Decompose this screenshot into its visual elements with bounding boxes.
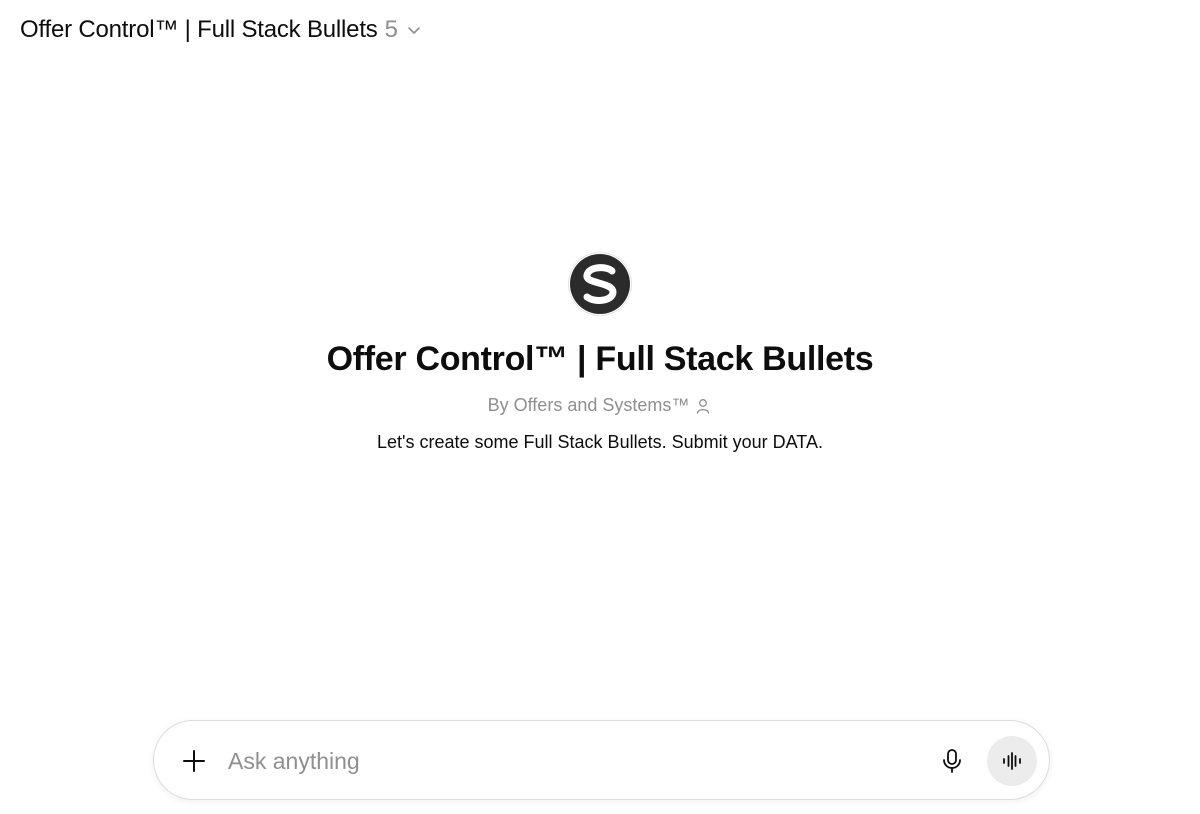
model-selector[interactable]: Offer Control™ | Full Stack Bullets 5 [20, 12, 423, 48]
gpt-intro: Offer Control™ | Full Stack Bullets By O… [0, 252, 1200, 453]
prompt-input[interactable] [228, 741, 908, 781]
microphone-icon[interactable] [934, 743, 970, 779]
person-icon [696, 398, 712, 414]
byline-text: By Offers and Systems™ [487, 395, 690, 415]
gpt-byline[interactable]: By Offers and Systems™ [488, 395, 713, 416]
s-logo-icon [568, 252, 632, 316]
composer [153, 720, 1050, 800]
plus-icon[interactable] [176, 743, 212, 779]
header-version: 5 [384, 16, 398, 43]
gpt-description: Let's create some Full Stack Bullets. Su… [377, 432, 823, 452]
chat-page: Offer Control™ | Full Stack Bullets 5 Of… [0, 0, 1200, 814]
voice-waveform-icon[interactable] [987, 736, 1037, 786]
chevron-down-icon [405, 21, 423, 39]
gpt-name: Offer Control™ | Full Stack Bullets [326, 340, 874, 378]
header-title: Offer Control™ | Full Stack Bullets [20, 16, 378, 43]
